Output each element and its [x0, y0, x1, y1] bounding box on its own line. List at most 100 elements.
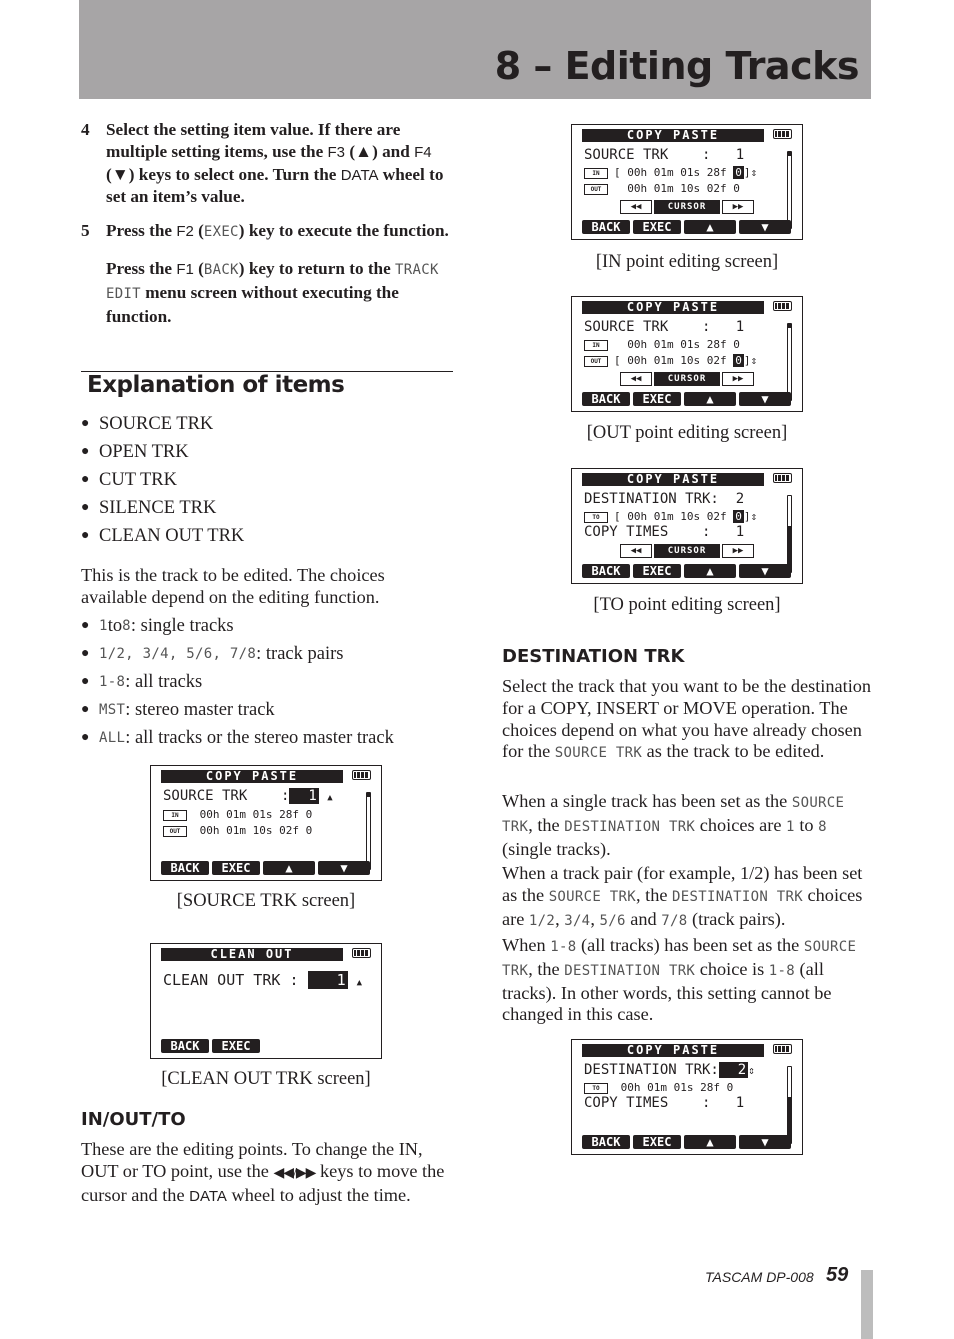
screen-title: COPY PASTE [582, 1044, 764, 1057]
function-keys: BACK EXEC ▲ ▼ [582, 564, 791, 578]
choice-code: 1 [99, 618, 108, 634]
steps-block: 4 Select the setting item value. If ther… [81, 119, 453, 327]
text: , the [528, 958, 565, 979]
scrollbar [366, 792, 371, 870]
lcd-screen-destination-trk: COPY PASTE DESTINATION TRK: 2 ⇕ TO 00h 01… [571, 1039, 803, 1155]
lcd-destination-trk: DESTINATION TRK [672, 888, 803, 905]
chapter-header-band: 8 – Editing Tracks [79, 0, 871, 99]
exec-key: EXEC [633, 1135, 681, 1149]
list-item: ● SOURCE TRK [81, 410, 244, 438]
step-number: 5 [81, 221, 90, 241]
screen-row: IN 00h 01m 01s 28f 0 [584, 337, 740, 353]
bullet-icon: ● [81, 416, 90, 431]
lcd-back: BACK [203, 261, 239, 278]
down-key: ▼ [739, 1135, 791, 1149]
text: to [794, 814, 819, 835]
item-label: OPEN TRK [99, 442, 189, 462]
selected-value: 1 [289, 788, 319, 804]
function-keys: BACK EXEC ▲ ▼ [582, 1135, 791, 1149]
lcd-code: 1-8 [550, 939, 577, 955]
function-keys: BACK EXEC [161, 1039, 260, 1053]
bullet-icon: ● [81, 674, 90, 689]
list-item: ● OPEN TRK [81, 438, 244, 466]
list-item: ● ALL: all tracks or the stereo master tr… [81, 724, 394, 752]
screen-row: OUT 00h 01m 10s 02f 0 [584, 181, 740, 197]
selected-value: 1 [307, 971, 348, 989]
time-value: 00h 01m 10s 02f 0 [614, 182, 740, 195]
text: (track pairs). [687, 908, 786, 929]
down-key: ▼ [739, 392, 791, 406]
exec-key: EXEC [633, 564, 681, 578]
destination-p2: When a single track has been set as the … [502, 791, 877, 860]
choice-text: : all tracks or the stereo master track [125, 728, 394, 748]
bullet-icon: ● [81, 444, 90, 459]
item-label: SILENCE TRK [99, 498, 217, 518]
scroll-thumb [788, 152, 791, 156]
in-out-to-text: These are the editing points. To change … [81, 1139, 453, 1207]
text: , the [528, 814, 565, 835]
scroll-thumb [788, 324, 791, 328]
choice-code: 8 [122, 618, 131, 634]
screen-title: COPY PASTE [582, 473, 764, 486]
list-item: ● 1/2, 3/4, 5/6, 7/8: track pairs [81, 640, 394, 668]
choices-list: ● 1 to 8: single tracks ● 1/2, 3/4, 5/6, 7… [81, 612, 394, 752]
rewind-icon: ◀◀ [620, 372, 652, 386]
back-key: BACK [582, 392, 630, 406]
up-key: ▲ [263, 861, 315, 875]
side-tab-marker [861, 1270, 873, 1339]
cursor-bar: ◀◀ CURSOR ▶▶ [620, 200, 754, 214]
screen-row: SOURCE TRK : 1 [584, 319, 744, 335]
screen-row: SOURCE TRK : 1 [584, 147, 744, 163]
up-key: ▲ [684, 220, 736, 234]
subframe-cursor: 0 [733, 166, 744, 179]
text: ( [193, 258, 204, 278]
bullet-icon: ● [81, 528, 90, 543]
destination-p4: When 1-8 (all tracks) has been set as th… [502, 935, 877, 1026]
battery-icon [352, 948, 371, 958]
out-tag-icon: OUT [163, 825, 187, 837]
lcd-code: 3/4 [564, 912, 591, 929]
lcd-screen-out-point: COPY PASTE SOURCE TRK : 1 IN 00h 01m 01s… [571, 296, 803, 412]
text: ) key to return to the [238, 258, 396, 278]
text: (▲) and [345, 141, 415, 161]
battery-icon [773, 129, 792, 139]
list-item: ● 1 to 8: single tracks [81, 612, 394, 640]
text: Press the [106, 221, 177, 241]
list-item: ● SILENCE TRK [81, 494, 244, 522]
key-f3: F3 [327, 143, 346, 161]
cursor-bar: ◀◀ CURSOR ▶▶ [620, 372, 754, 386]
in-tag-icon: IN [584, 339, 608, 351]
text: When [502, 935, 551, 955]
function-keys: BACK EXEC ▲ ▼ [582, 220, 791, 234]
choice-text: : all tracks [125, 672, 203, 692]
list-item: ● CLEAN OUT TRK [81, 522, 244, 550]
cursor-label: CURSOR [654, 200, 720, 214]
chapter-title: 8 – Editing Tracks [494, 44, 860, 88]
lcd-code: 1-8 [768, 962, 795, 979]
lcd-code: 1/2 [528, 912, 556, 929]
out-tag-icon: OUT [584, 183, 608, 195]
source-intro: This is the track to be edited. The choi… [81, 565, 385, 607]
scrollbar [787, 151, 792, 229]
back-key: BACK [161, 861, 209, 875]
lcd-code: 1 [786, 818, 795, 835]
out-tag-icon: OUT [584, 355, 608, 367]
time-value: [ 00h 01m 10s 02f [614, 510, 734, 523]
time-value: [ 00h 01m 01s 28f [614, 166, 734, 179]
screen-caption: [TO point editing screen] [593, 595, 781, 615]
up-arrow-icon: ▲ [327, 793, 333, 803]
subhead-in-out-to: IN/OUT/TO [81, 1109, 186, 1130]
back-key: BACK [161, 1039, 209, 1053]
text: , [590, 908, 600, 929]
up-key: ▲ [684, 1135, 736, 1149]
key-f1: F1 [176, 260, 194, 278]
lcd-exec: EXEC [203, 224, 239, 241]
function-keys: BACK EXEC ▲ ▼ [161, 861, 370, 875]
in-tag-icon: IN [584, 167, 608, 179]
screen-row: OUT 00h 01m 10s 02f 0 [163, 823, 312, 839]
rew-ff-keys-icon: ◀◀/▶▶ [273, 1165, 316, 1181]
separator: : [702, 147, 711, 163]
choice-code: 1/2, 3/4, 5/6, 7/8 [99, 646, 257, 662]
destination-p1: Select the track that you want to be the… [502, 676, 877, 765]
scrollbar [787, 1066, 792, 1144]
